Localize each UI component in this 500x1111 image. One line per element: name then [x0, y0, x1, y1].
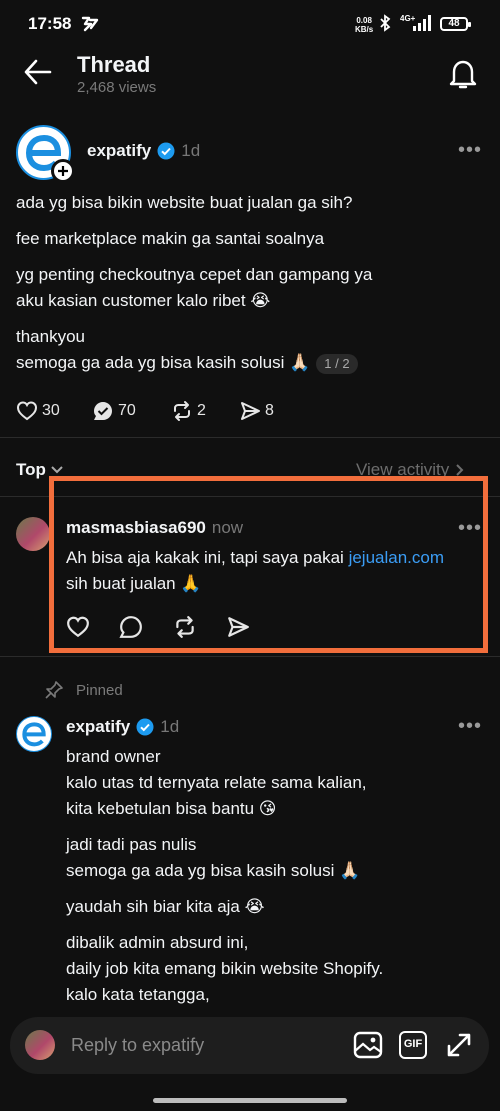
repost-icon: [174, 401, 190, 421]
pinned-line: kalo utas td ternyata relate sama kalian…: [66, 773, 367, 792]
follow-plus-button[interactable]: [51, 159, 75, 183]
expand-button[interactable]: [445, 1031, 473, 1059]
gif-button[interactable]: GIF: [399, 1031, 427, 1059]
post-line: yg penting checkoutnya cepet dan gampang…: [16, 265, 373, 284]
pinned-line: brand owner: [66, 747, 161, 766]
view-count: 2,468 views: [77, 79, 157, 96]
pinned-more-button[interactable]: •••: [458, 715, 482, 738]
status-time: 17:58: [28, 14, 72, 33]
notifications-button[interactable]: [449, 58, 477, 90]
pin-icon: [45, 681, 63, 699]
repost-count: 2: [197, 402, 206, 419]
pinned-line: dibalik admin absurd ini,: [66, 933, 249, 952]
chevron-right-icon: [456, 464, 464, 476]
bell-icon: [449, 60, 477, 89]
divider: [0, 437, 500, 438]
pinned-line: yaudah sih biar kita aja 😭: [66, 897, 265, 916]
pinned-line: jadi tadi pas nulis: [66, 835, 197, 854]
post-line: thankyou: [16, 327, 85, 346]
plus-icon: [58, 166, 68, 176]
reply-count: 70: [118, 402, 136, 419]
highlight-box: [49, 476, 488, 653]
like-count: 30: [42, 402, 60, 419]
back-arrow-icon: [24, 59, 52, 85]
sort-label: Top: [16, 460, 46, 479]
share-count: 8: [265, 402, 274, 419]
post-line: ada yg bisa bikin website buat jualan ga…: [16, 193, 353, 212]
expatify-logo-icon: [22, 722, 46, 747]
share-button[interactable]: 8: [239, 400, 274, 422]
post-body: ada yg bisa bikin website buat jualan ga…: [16, 190, 486, 376]
repost-button[interactable]: 2: [171, 400, 206, 422]
verified-icon: [157, 142, 175, 160]
pinned-label: Pinned: [76, 681, 123, 699]
image-icon: [353, 1031, 383, 1059]
heart-icon: [16, 401, 38, 421]
pinned-line: semoga ga ada yg bisa kasih solusi 🙏🏻: [66, 861, 361, 880]
pinned-line: daily job kita emang bikin website Shopi…: [66, 959, 384, 978]
signal-icon: [412, 15, 434, 31]
expand-icon: [447, 1033, 471, 1057]
network-speed: 0.08 KB/s: [355, 16, 374, 34]
post-line: aku kasian customer kalo ribet 😭: [16, 291, 271, 310]
pinned-author[interactable]: expatify: [66, 717, 130, 737]
bluetooth-icon: [379, 14, 391, 32]
app-notification-icon: [80, 16, 100, 32]
post-author-row: expatify 1d: [87, 141, 200, 161]
status-bar: 17:58 0.08 KB/s 4G+ 48: [0, 0, 500, 48]
pinned-body: brand owner kalo utas td ternyata relate…: [66, 744, 491, 1008]
send-icon: [241, 402, 260, 420]
post-line: fee marketplace makin ga santai soalnya: [16, 229, 325, 248]
post-time: 1d: [181, 141, 201, 160]
my-avatar: [25, 1030, 55, 1060]
back-button[interactable]: [22, 58, 54, 86]
pinned-author-row: expatify 1d: [66, 717, 179, 737]
post-pager[interactable]: 1 / 2: [316, 353, 358, 374]
post-author[interactable]: expatify: [87, 141, 151, 161]
pinned-row: Pinned: [44, 680, 123, 700]
chevron-down-icon: [51, 466, 63, 474]
page-title: Thread: [77, 52, 151, 77]
divider: [0, 656, 500, 657]
pinned-author-avatar[interactable]: [16, 716, 52, 752]
home-indicator[interactable]: [153, 1098, 347, 1103]
pinned-time: 1d: [160, 717, 180, 736]
post-more-button[interactable]: •••: [458, 139, 482, 162]
post-line: semoga ga ada yg bisa kasih solusi 🙏🏻: [16, 353, 311, 372]
reply-author-avatar[interactable]: [16, 517, 50, 551]
reply-button[interactable]: 70: [92, 400, 136, 422]
reply-input[interactable]: Reply to expatify: [71, 1035, 204, 1056]
reply-check-icon: [94, 402, 112, 420]
like-button[interactable]: 30: [16, 400, 60, 422]
pinned-line: kita kebetulan bisa bantu 😘: [66, 799, 277, 818]
battery-indicator: 48: [440, 17, 471, 31]
image-button[interactable]: [353, 1031, 383, 1059]
verified-icon: [136, 718, 154, 736]
